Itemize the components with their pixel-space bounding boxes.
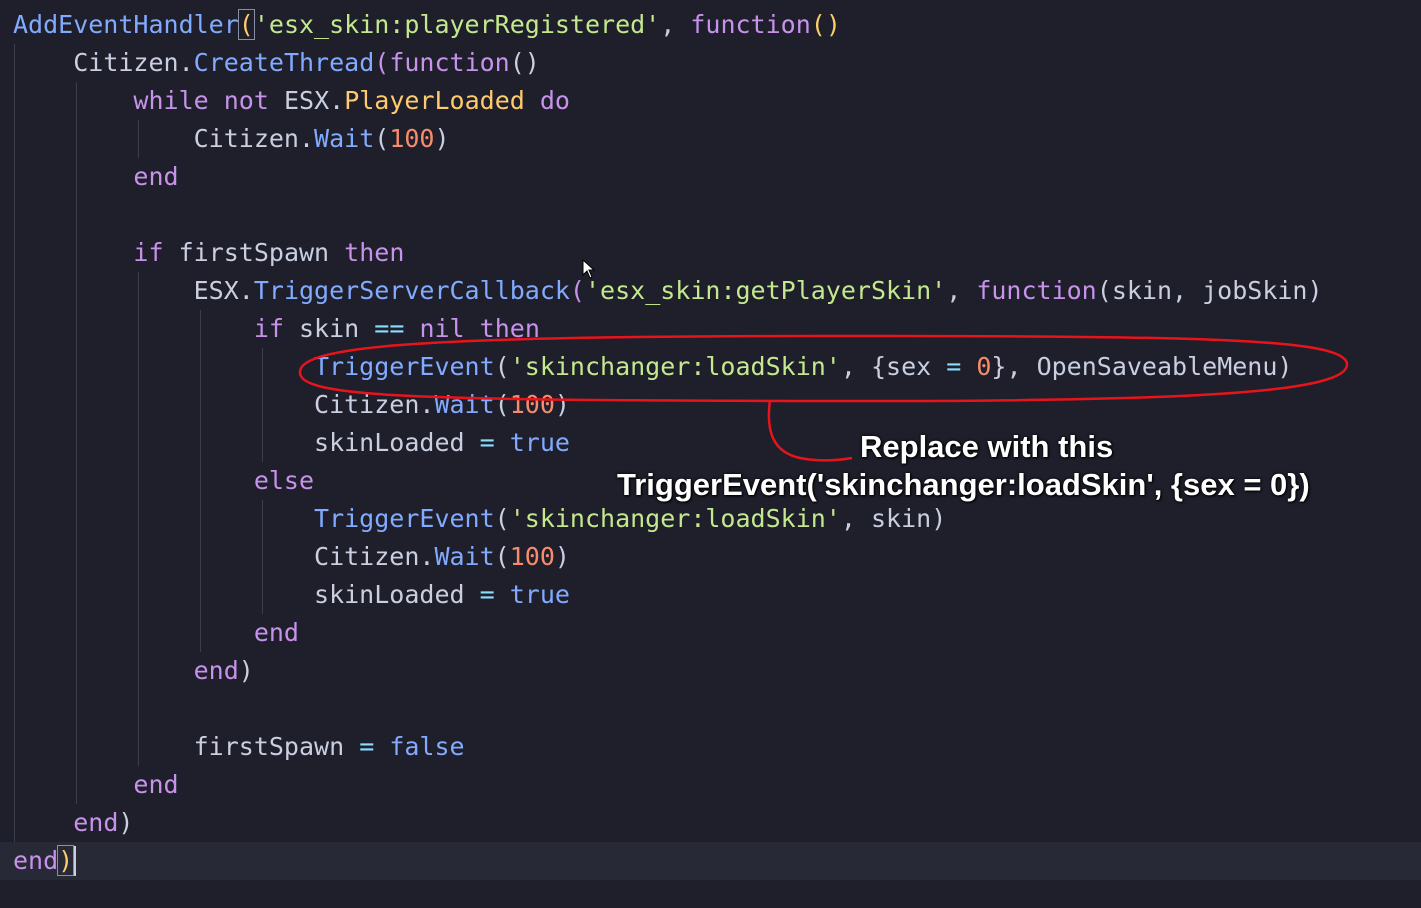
annotation-overlay — [298, 334, 1349, 462]
annotation-replacement-code: TriggerEvent('skinchanger:loadSkin', {se… — [617, 467, 1310, 502]
annotation-arrow-line — [767, 399, 853, 462]
annotation-title: Replace with this — [860, 429, 1114, 464]
annotation-circle — [298, 334, 1349, 403]
